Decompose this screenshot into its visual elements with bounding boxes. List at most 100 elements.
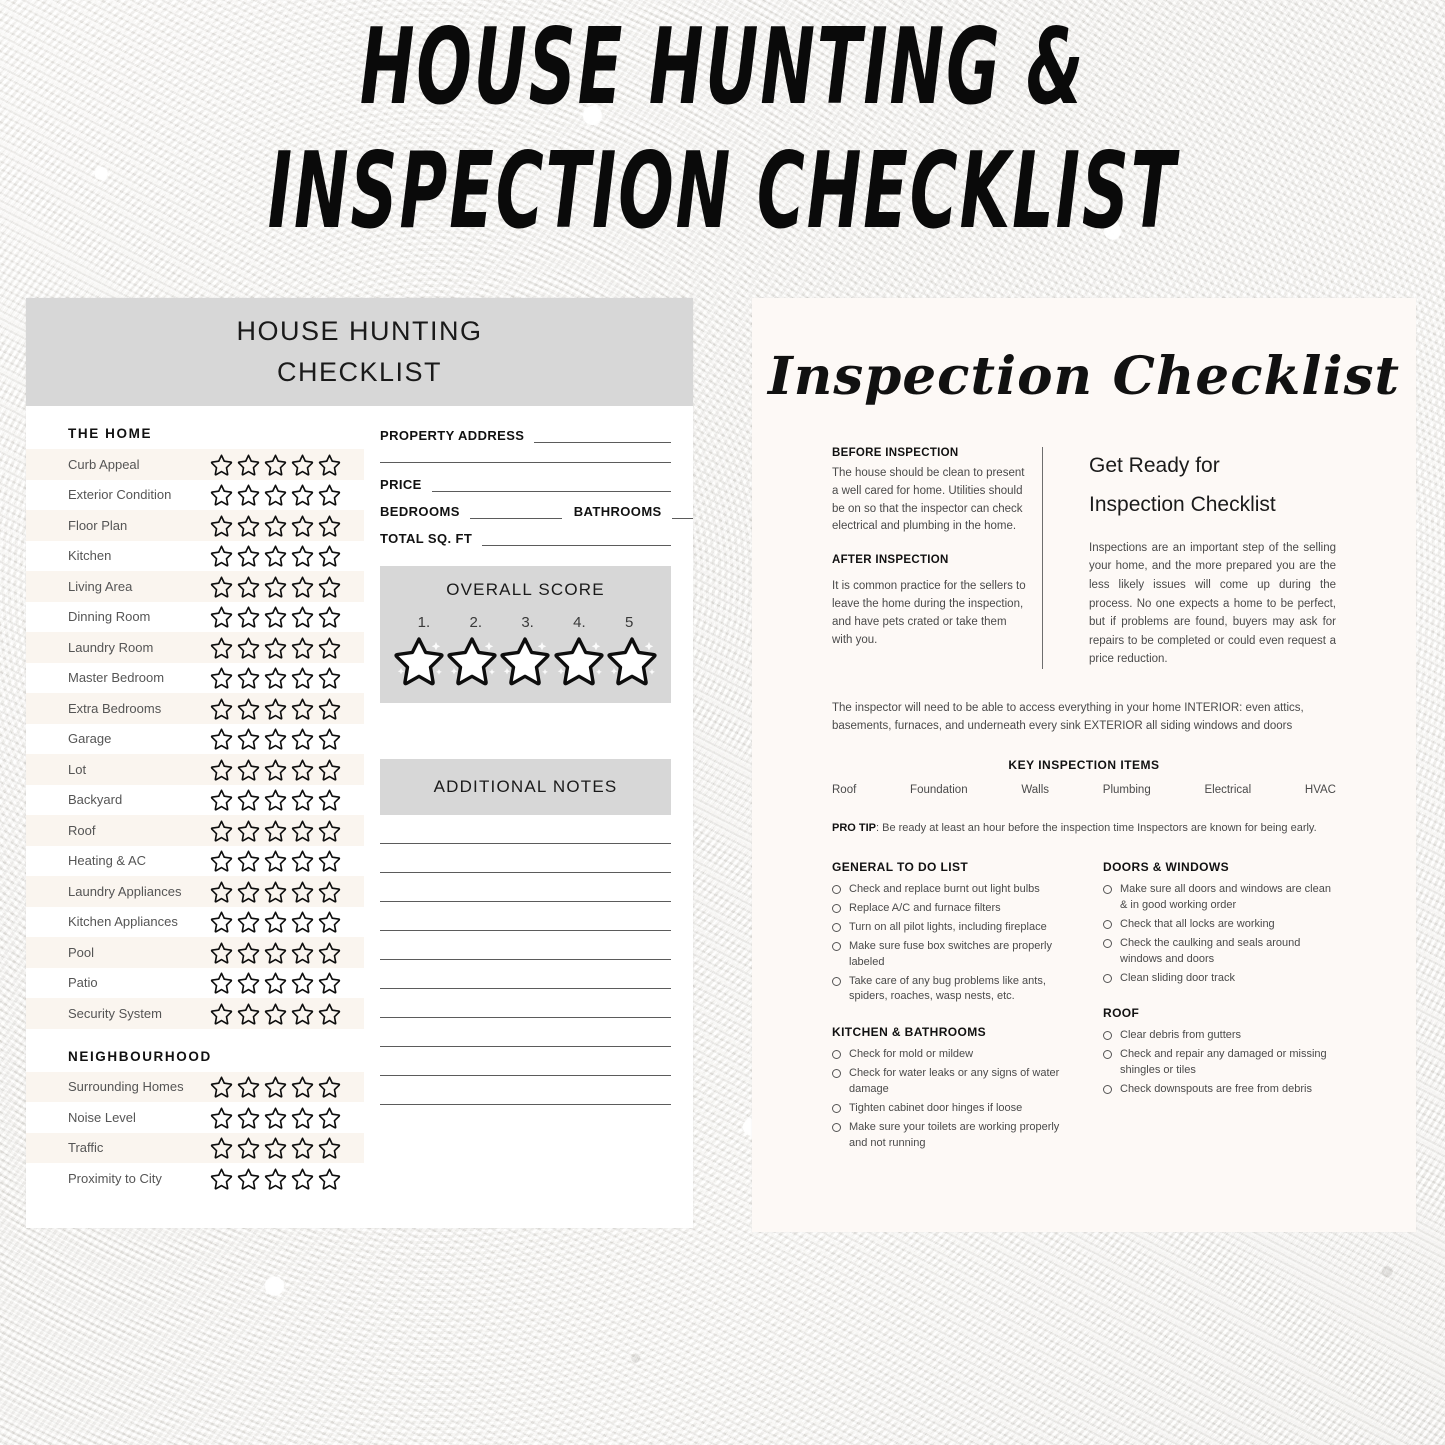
rating-star-icon[interactable]	[291, 544, 314, 567]
rating-star-icon[interactable]	[264, 1136, 287, 1159]
checkbox-circle-icon[interactable]	[1103, 1050, 1112, 1060]
rating-star-icon[interactable]	[291, 1167, 314, 1190]
table-row[interactable]: Extra Bedrooms	[26, 693, 364, 724]
rating-stars[interactable]	[210, 544, 341, 567]
bedrooms-input-rule[interactable]	[469, 505, 562, 519]
rating-star-icon[interactable]	[318, 849, 341, 872]
rating-star-icon[interactable]	[210, 1106, 233, 1129]
rating-star-icon[interactable]	[318, 971, 341, 994]
rating-stars[interactable]	[210, 1136, 341, 1159]
checkbox-circle-icon[interactable]	[832, 1050, 841, 1060]
rating-star-icon[interactable]	[237, 1136, 260, 1159]
checkbox-circle-icon[interactable]	[1103, 884, 1112, 894]
rating-stars[interactable]	[210, 605, 341, 628]
rating-star-icon[interactable]	[318, 819, 341, 842]
table-row[interactable]: Living Area	[26, 571, 364, 602]
rating-star-icon[interactable]	[264, 605, 287, 628]
rating-star-icon[interactable]	[264, 697, 287, 720]
rating-star-icon[interactable]	[318, 575, 341, 598]
rating-star-icon[interactable]	[210, 1075, 233, 1098]
rating-star-icon[interactable]	[264, 1002, 287, 1025]
rating-star-icon[interactable]	[237, 453, 260, 476]
note-line[interactable]	[380, 1076, 671, 1105]
table-row[interactable]: Dinning Room	[26, 602, 364, 633]
list-item[interactable]: Check that all locks are working	[1103, 917, 1336, 933]
additional-notes-lines[interactable]	[380, 815, 671, 1105]
rating-star-icon[interactable]	[237, 849, 260, 872]
list-item[interactable]: Make sure fuse box switches are properly…	[832, 939, 1065, 971]
rating-star-icon[interactable]	[291, 849, 314, 872]
overall-score-star-icon[interactable]	[499, 635, 551, 687]
rating-star-icon[interactable]	[264, 788, 287, 811]
rating-star-icon[interactable]	[318, 666, 341, 689]
total-sq-ft-input-rule[interactable]	[482, 532, 671, 546]
rating-star-icon[interactable]	[210, 636, 233, 659]
rating-star-icon[interactable]	[210, 819, 233, 842]
overall-score-stars[interactable]	[390, 635, 661, 687]
price-input-rule[interactable]	[431, 478, 671, 492]
rating-star-icon[interactable]	[237, 1002, 260, 1025]
rating-star-icon[interactable]	[318, 544, 341, 567]
rating-star-icon[interactable]	[264, 666, 287, 689]
list-item[interactable]: Check for mold or mildew	[832, 1047, 1065, 1063]
rating-star-icon[interactable]	[237, 1167, 260, 1190]
table-row[interactable]: Traffic	[26, 1132, 364, 1163]
rating-star-icon[interactable]	[318, 697, 341, 720]
rating-star-icon[interactable]	[210, 1167, 233, 1190]
rating-stars[interactable]	[210, 1002, 341, 1025]
checkbox-circle-icon[interactable]	[832, 903, 841, 913]
rating-star-icon[interactable]	[318, 1106, 341, 1129]
rating-star-icon[interactable]	[210, 514, 233, 537]
rating-star-icon[interactable]	[210, 788, 233, 811]
rating-star-icon[interactable]	[318, 788, 341, 811]
rating-star-icon[interactable]	[210, 544, 233, 567]
rating-star-icon[interactable]	[318, 514, 341, 537]
table-row[interactable]: Security System	[26, 998, 364, 1029]
checkbox-circle-icon[interactable]	[832, 941, 841, 951]
note-line[interactable]	[380, 1047, 671, 1076]
note-line[interactable]	[380, 873, 671, 902]
rating-stars[interactable]	[210, 971, 341, 994]
rating-star-icon[interactable]	[291, 758, 314, 781]
rating-stars[interactable]	[210, 819, 341, 842]
note-line[interactable]	[380, 960, 671, 989]
table-row[interactable]: Lot	[26, 754, 364, 785]
rating-star-icon[interactable]	[291, 575, 314, 598]
rating-star-icon[interactable]	[264, 880, 287, 903]
rating-stars[interactable]	[210, 636, 341, 659]
rating-star-icon[interactable]	[237, 514, 260, 537]
rating-star-icon[interactable]	[210, 605, 233, 628]
rating-star-icon[interactable]	[318, 758, 341, 781]
property-address-input-rule[interactable]	[534, 429, 671, 443]
list-item[interactable]: Make sure your toilets are working prope…	[832, 1120, 1065, 1152]
rating-star-icon[interactable]	[237, 758, 260, 781]
rating-star-icon[interactable]	[291, 788, 314, 811]
table-row[interactable]: Curb Appeal	[26, 449, 364, 480]
rating-star-icon[interactable]	[318, 636, 341, 659]
list-item[interactable]: Tighten cabinet door hinges if loose	[832, 1101, 1065, 1117]
rating-star-icon[interactable]	[264, 483, 287, 506]
rating-star-icon[interactable]	[318, 453, 341, 476]
rating-stars[interactable]	[210, 666, 341, 689]
rating-star-icon[interactable]	[237, 636, 260, 659]
checkbox-circle-icon[interactable]	[832, 1069, 841, 1079]
rating-star-icon[interactable]	[291, 1106, 314, 1129]
property-address-field-line-2[interactable]	[380, 449, 671, 463]
rating-star-icon[interactable]	[291, 880, 314, 903]
rating-star-icon[interactable]	[291, 1136, 314, 1159]
rating-stars[interactable]	[210, 514, 341, 537]
rating-stars[interactable]	[210, 1106, 341, 1129]
rating-star-icon[interactable]	[291, 697, 314, 720]
rating-star-icon[interactable]	[291, 910, 314, 933]
rating-star-icon[interactable]	[264, 727, 287, 750]
checkbox-circle-icon[interactable]	[1103, 1031, 1112, 1041]
rating-star-icon[interactable]	[291, 1075, 314, 1098]
rating-star-icon[interactable]	[210, 727, 233, 750]
list-item[interactable]: Check and replace burnt out light bulbs	[832, 882, 1065, 898]
rating-star-icon[interactable]	[210, 1136, 233, 1159]
table-row[interactable]: Kitchen	[26, 541, 364, 572]
checkbox-circle-icon[interactable]	[832, 922, 841, 932]
list-item[interactable]: Check and repair any damaged or missing …	[1103, 1047, 1336, 1079]
rating-star-icon[interactable]	[237, 666, 260, 689]
price-field[interactable]: PRICE	[380, 477, 671, 492]
